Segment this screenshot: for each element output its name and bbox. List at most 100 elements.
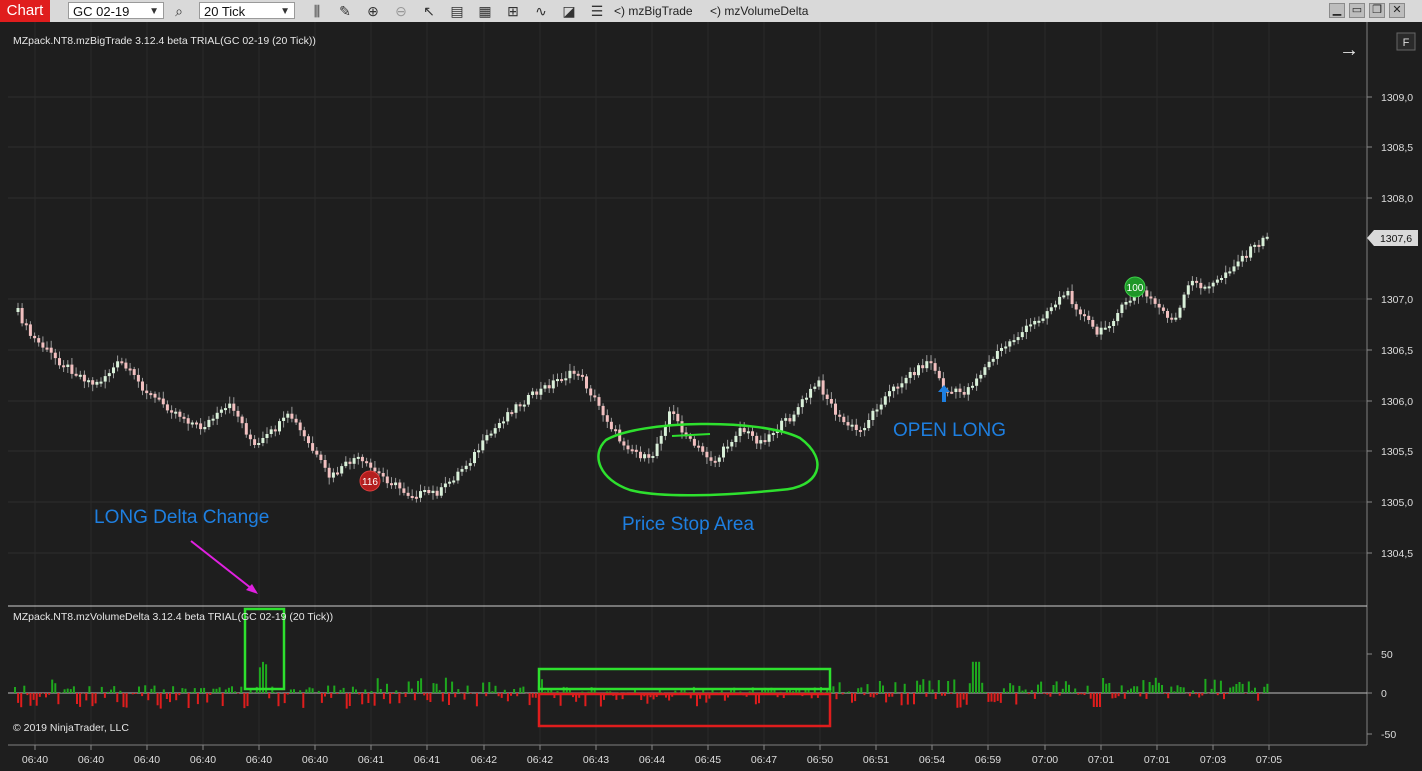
delta-bar: [1250, 690, 1253, 693]
delta-bar: [1226, 693, 1229, 694]
delta-bar: [79, 693, 82, 707]
delta-bar: [860, 687, 863, 693]
price-bar-body: [1049, 307, 1053, 312]
price-bar-body: [692, 438, 696, 446]
delta-bar: [407, 681, 410, 693]
price-bar-body: [1195, 280, 1199, 283]
price-bar-body: [796, 407, 800, 415]
delta-bar: [184, 688, 187, 693]
price-bar-body: [298, 422, 302, 431]
indicator-mzbigtrade[interactable]: <) mzBigTrade: [614, 3, 693, 19]
time-tick-label: 06:41: [358, 754, 384, 766]
price-bar-body: [356, 456, 360, 459]
delta-bar: [968, 683, 971, 693]
chart-canvas[interactable]: 1309,0 1308,5 1308,0 1307,0 1306,5 1306,0 1305…: [0, 22, 1422, 771]
price-bar-body: [70, 364, 74, 374]
price-bar-body: [863, 428, 867, 431]
price-tick-label: 1305,0: [1381, 497, 1413, 509]
price-bar-body: [373, 467, 377, 472]
price-bar-body: [182, 416, 186, 419]
delta-bar: [410, 688, 413, 693]
price-bar-body: [161, 398, 165, 405]
indicator-mzvolumedelta[interactable]: <) mzVolumeDelta: [710, 3, 808, 19]
chart-toolbar: Chart GC 02-19 ▼ ⌕ 20 Tick ▼ ⫼ ✎ ⊕ ⊖ ↖ ▤ ▦…: [0, 0, 1422, 23]
delta-bar: [1179, 687, 1182, 693]
delta-bar: [367, 693, 370, 703]
price-bar-body: [763, 440, 767, 443]
price-bar-body: [273, 429, 277, 432]
price-bar-body: [248, 434, 252, 440]
delta-bar: [134, 693, 137, 694]
price-bar-body: [892, 386, 896, 392]
delta-bar: [866, 684, 869, 693]
price-bar-body: [170, 410, 174, 413]
indicators-icon[interactable]: ∿: [532, 2, 550, 20]
delta-bar: [401, 692, 404, 693]
delta-bar: [491, 691, 494, 693]
delta-bar: [835, 693, 838, 700]
instrument-selector[interactable]: GC 02-19 ▼: [68, 2, 164, 19]
price-bar-body: [1203, 286, 1207, 289]
price-bar-body: [526, 395, 530, 405]
templates-icon[interactable]: ▦: [476, 2, 494, 20]
strategies-icon[interactable]: ⊞: [504, 2, 522, 20]
delta-bar: [940, 693, 943, 696]
f-button-label[interactable]: F: [1403, 37, 1410, 49]
delta-bar: [1219, 680, 1222, 693]
price-bar-body: [141, 381, 144, 391]
price-bar-body: [854, 424, 858, 430]
delta-bar: [1021, 690, 1024, 693]
interval-selector[interactable]: 20 Tick ▼: [199, 2, 295, 19]
delta-bar: [1136, 686, 1139, 693]
search-icon[interactable]: ⌕: [170, 2, 188, 20]
zoom-out-icon[interactable]: ⊖: [392, 2, 410, 20]
price-bar-body: [174, 411, 178, 414]
time-tick-label: 07:01: [1144, 754, 1170, 766]
price-bar-body: [1228, 271, 1232, 274]
minimize-icon[interactable]: ▁: [1329, 3, 1345, 18]
price-bar-body: [1087, 315, 1091, 320]
price-bar-body: [975, 378, 979, 386]
price-bar-body: [99, 381, 103, 384]
select-icon[interactable]: ↖: [420, 2, 438, 20]
price-bar-body: [883, 396, 887, 405]
delta-bar: [454, 693, 457, 698]
price-bar-body: [1261, 237, 1265, 247]
delta-bar: [221, 693, 224, 706]
restore-icon[interactable]: ❐: [1369, 3, 1385, 18]
price-bar-body: [958, 388, 962, 392]
bar-style-icon[interactable]: ⫼: [308, 2, 326, 20]
f-button[interactable]: F: [1396, 32, 1416, 51]
delta-bar: [1263, 686, 1266, 693]
draw-icon[interactable]: ✎: [336, 2, 354, 20]
price-bar-body: [1074, 304, 1078, 310]
delta-bar: [925, 693, 928, 697]
price-bar-body: [398, 482, 402, 489]
close-icon[interactable]: ✕: [1389, 3, 1405, 18]
maximize-icon[interactable]: ▭: [1349, 3, 1365, 18]
data-box-icon[interactable]: ☰: [588, 2, 606, 20]
delta-bar: [398, 693, 401, 704]
price-bar-body: [20, 308, 24, 324]
price-bar-body: [1166, 311, 1169, 318]
zoom-in-icon[interactable]: ⊕: [364, 2, 382, 20]
delta-bar: [847, 691, 850, 693]
price-bar-body: [360, 456, 364, 462]
price-bar-body: [452, 480, 456, 483]
delta-bar: [1009, 683, 1012, 693]
price-bar-body: [1020, 332, 1024, 338]
price-bar-body: [589, 388, 593, 396]
delta-bar: [547, 690, 550, 693]
price-bar-body: [195, 422, 198, 425]
price-bar-body: [33, 335, 37, 339]
delta-bar: [981, 682, 984, 693]
price-bar-body: [336, 472, 339, 475]
delta-bar: [218, 687, 221, 693]
arrow-right-icon[interactable]: →: [1339, 39, 1359, 61]
chart-trader-icon[interactable]: ◪: [560, 2, 578, 20]
properties-icon[interactable]: ▤: [448, 2, 466, 20]
delta-bar: [150, 688, 153, 693]
chart-tab-label[interactable]: Chart: [0, 0, 50, 22]
price-bar-body: [157, 397, 161, 400]
delta-bar: [88, 686, 91, 693]
